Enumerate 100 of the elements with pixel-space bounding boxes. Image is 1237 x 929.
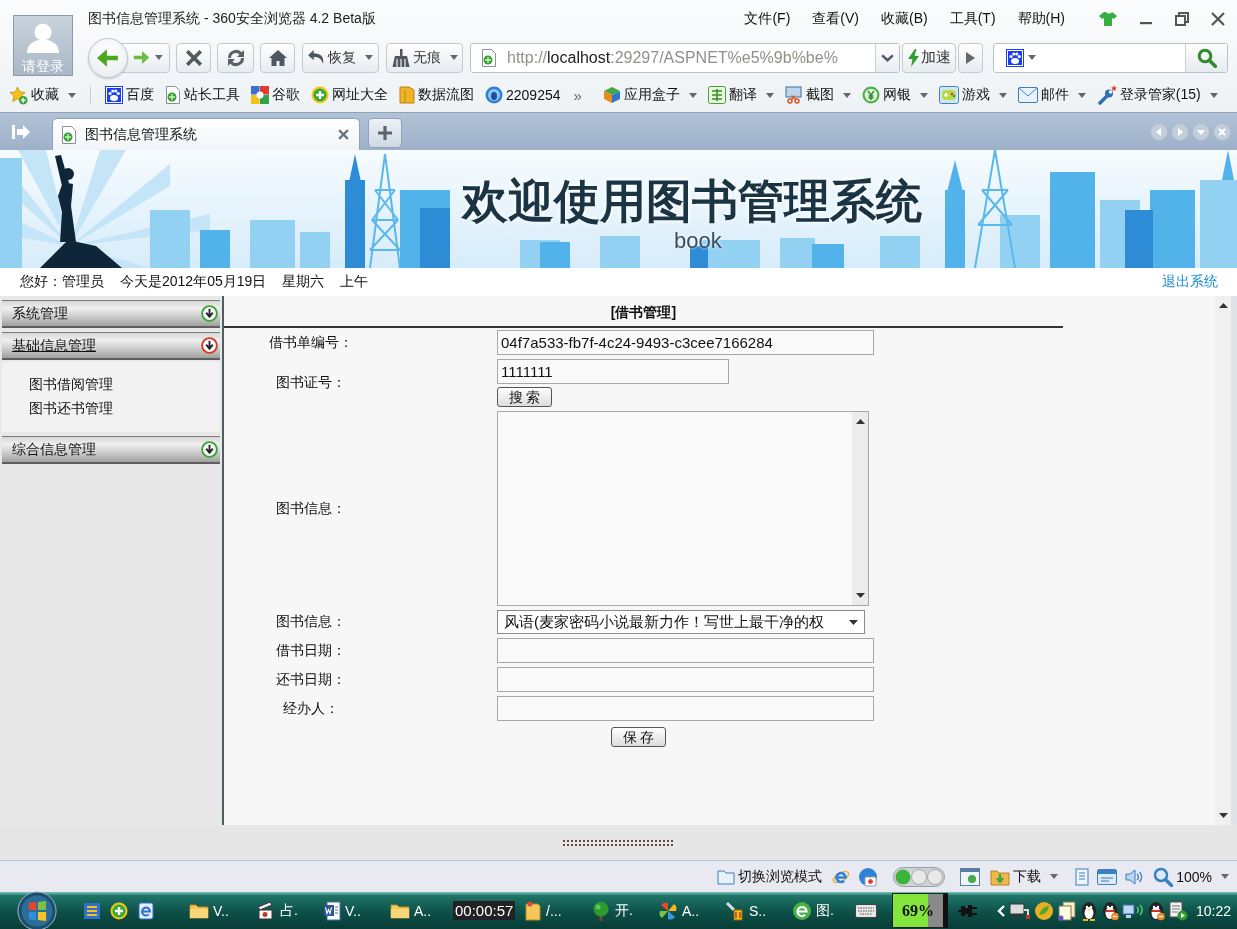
pages-icon[interactable]: [1057, 900, 1077, 921]
input-field[interactable]: [497, 696, 874, 721]
taskbar-button[interactable]: A..: [654, 900, 721, 921]
close-icon[interactable]: [338, 129, 349, 140]
search-button[interactable]: 搜索: [497, 387, 552, 407]
shirt-icon[interactable]: [1099, 11, 1117, 26]
caret-icon: [1209, 92, 1218, 98]
input-field[interactable]: [497, 638, 874, 663]
home-button[interactable]: [260, 42, 295, 73]
chevron-left-icon[interactable]: [997, 904, 1005, 917]
logout-link[interactable]: 退出系统: [1162, 273, 1218, 291]
address-dropdown-button[interactable]: [875, 43, 899, 72]
monitor-scissors-icon: [784, 86, 803, 104]
window-card-icon[interactable]: [1097, 868, 1118, 885]
document-play-icon[interactable]: [1168, 900, 1188, 921]
period-text: 上午: [340, 273, 369, 291]
monitor-icon[interactable]: [1009, 901, 1031, 920]
back-button[interactable]: [88, 37, 128, 78]
penguin-icon[interactable]: [1101, 900, 1119, 921]
menu-item[interactable]: 帮助(H): [1017, 9, 1065, 28]
window-icon[interactable]: [960, 867, 981, 886]
sidebar-header[interactable]: 系统管理: [2, 300, 220, 328]
address-field[interactable]: http://localhost:29297/ASPNET%e5%9b%be%: [470, 42, 900, 73]
app-button[interactable]: 应用盒子: [602, 86, 697, 104]
input-field[interactable]: [497, 667, 874, 692]
restore-icon[interactable]: [1175, 11, 1189, 26]
more-bookmarks-button[interactable]: »: [573, 86, 582, 104]
sidebar-header[interactable]: 基础信息管理: [2, 332, 220, 360]
keyboard-icon[interactable]: [855, 903, 877, 918]
menu-item[interactable]: 工具(T): [949, 9, 996, 28]
bookmark-button[interactable]: 网址大全: [311, 86, 388, 104]
scroll-down-icon[interactable]: [1218, 813, 1228, 818]
taskbar-button[interactable]: V..: [319, 900, 386, 921]
zoom-button[interactable]: 100%: [1153, 866, 1229, 887]
power-plug-icon[interactable]: [958, 903, 978, 918]
menu-item[interactable]: 文件(F): [744, 9, 791, 28]
bookmark-button[interactable]: 百度: [105, 86, 154, 104]
menu-item[interactable]: 收藏(B): [881, 9, 928, 28]
list-icon[interactable]: [83, 901, 101, 920]
start-orb-icon[interactable]: [17, 890, 57, 929]
caret-icon: [765, 92, 774, 98]
speaker-icon[interactable]: [1125, 868, 1144, 885]
taskbar-button[interactable]: 占.: [252, 900, 319, 921]
new-tab-button[interactable]: [368, 118, 402, 148]
stop-button[interactable]: [176, 42, 211, 73]
toolbar-button[interactable]: 恢复: [302, 42, 379, 73]
bookmark-button[interactable]: 谷歌: [251, 86, 300, 104]
download-button[interactable]: 下载: [990, 867, 1059, 886]
save-button[interactable]: 保存: [611, 727, 666, 747]
letter-e-icon[interactable]: [137, 901, 155, 920]
folder-icon: [189, 902, 209, 919]
app-button[interactable]: 网银: [861, 86, 928, 104]
plus-circle-icon[interactable]: [110, 901, 128, 920]
app-button[interactable]: 截图: [784, 86, 851, 104]
first-aid-icon[interactable]: [858, 866, 879, 887]
menu-item[interactable]: 查看(V): [812, 9, 859, 28]
taskbar-button[interactable]: V..: [185, 900, 252, 921]
leaf-icon[interactable]: [1034, 900, 1054, 921]
view-mode-button[interactable]: 切换浏览模式: [717, 867, 823, 886]
close-icon[interactable]: [1211, 11, 1225, 26]
search-field[interactable]: [993, 42, 1228, 73]
input-field[interactable]: 1111111: [497, 359, 729, 384]
penguin-icon[interactable]: [1147, 900, 1165, 921]
battery-reading: 69%: [901, 902, 935, 920]
taskbar-button[interactable]: A..: [386, 900, 453, 921]
penguin-icon[interactable]: [1080, 900, 1098, 921]
play-button[interactable]: [958, 42, 983, 73]
bookmark-button[interactable]: 数据流图: [399, 86, 474, 104]
sidebar-link[interactable]: 图书还书管理: [29, 398, 113, 418]
input-field[interactable]: 04f7a533-fb7f-4c24-9493-c3cee7166284: [497, 330, 874, 355]
network-icon[interactable]: [1122, 901, 1144, 920]
scroll-up-icon[interactable]: [855, 419, 865, 424]
caret-icon: [849, 619, 858, 625]
caret-icon: [68, 92, 76, 98]
sidebar-link[interactable]: 图书借阅管理: [29, 374, 113, 394]
resize-grip-icon[interactable]: [562, 839, 675, 846]
textarea-field[interactable]: [497, 411, 869, 606]
dropdown-field[interactable]: 风语(麦家密码小说最新力作！写世上最干净的权: [497, 610, 865, 634]
refresh-button[interactable]: [217, 42, 254, 73]
taskbar-button[interactable]: 开.: [587, 900, 654, 921]
app-button[interactable]: 登录管家(15): [1096, 85, 1218, 105]
taskbar-button[interactable]: 图.: [788, 900, 855, 921]
sidebar-header[interactable]: 综合信息管理: [2, 436, 220, 464]
caret-icon: [1028, 55, 1036, 60]
arrow-circle-icon: [201, 441, 218, 458]
taskbar-button[interactable]: S..: [721, 900, 788, 921]
bookmark-button[interactable]: 站长工具: [165, 86, 240, 104]
browser-tab[interactable]: 图书信息管理系统: [52, 118, 360, 150]
app-button[interactable]: 游戏: [938, 86, 1007, 104]
bookmark-button[interactable]: 收藏: [9, 85, 76, 105]
taskbar-button[interactable]: /...: [520, 900, 587, 921]
bookmark-button[interactable]: 2209254: [485, 86, 561, 104]
app-button[interactable]: 邮件: [1017, 86, 1086, 104]
sidebar-toggle-icon[interactable]: [12, 123, 30, 140]
search-button[interactable]: [1185, 43, 1227, 72]
toolbar-button[interactable]: 无痕: [386, 42, 463, 73]
scroll-down-icon[interactable]: [855, 593, 865, 598]
app-button[interactable]: 翻译: [707, 86, 774, 104]
accelerate-button[interactable]: 加速: [902, 42, 956, 73]
scroll-up-icon[interactable]: [1218, 303, 1228, 308]
